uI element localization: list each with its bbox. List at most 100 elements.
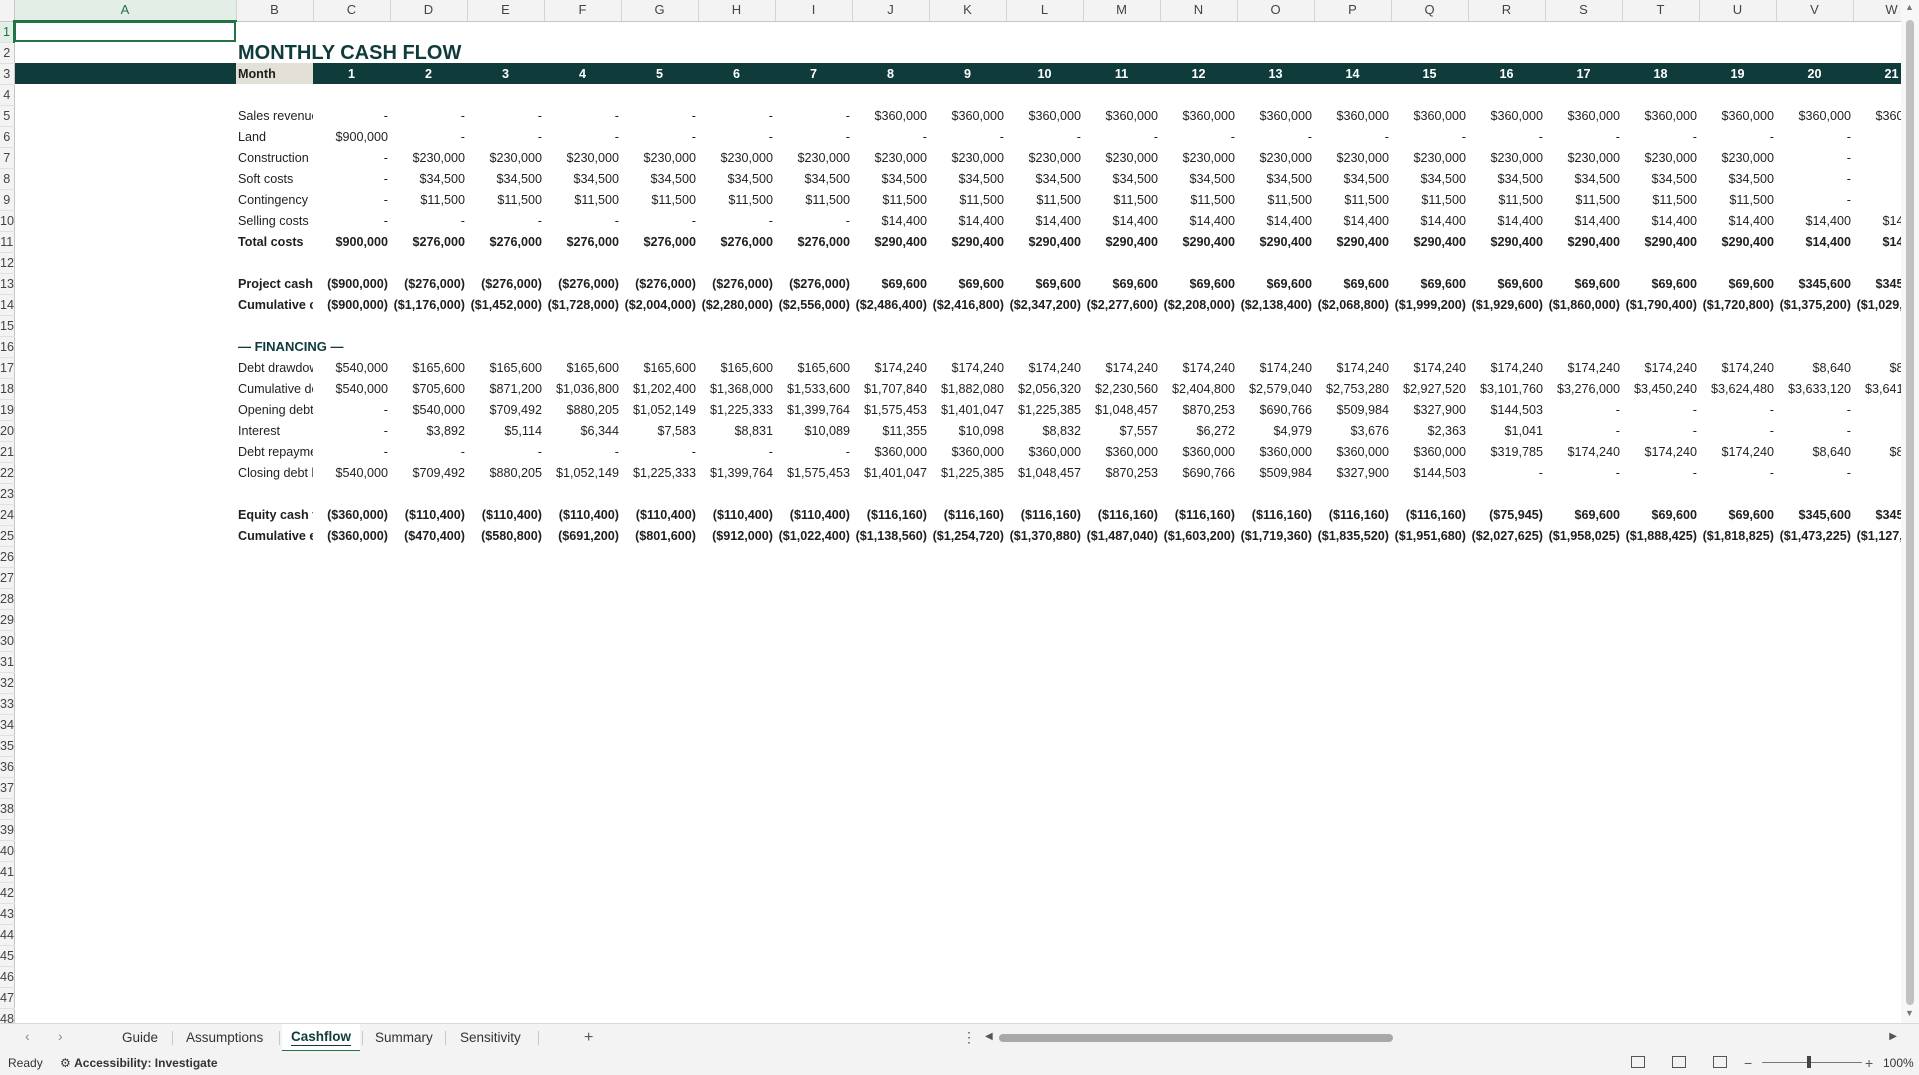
value-cell[interactable] <box>929 777 1006 798</box>
value-cell[interactable]: $3,101,760 <box>1468 378 1545 399</box>
value-cell[interactable]: - <box>621 105 698 126</box>
value-cell[interactable] <box>1160 819 1237 840</box>
row-label[interactable]: Soft costs <box>236 168 313 189</box>
value-cell[interactable]: $345,600 <box>1853 273 1901 294</box>
column-header-u[interactable]: U <box>1699 0 1777 22</box>
value-cell[interactable]: $165,600 <box>775 357 852 378</box>
value-cell[interactable] <box>1083 84 1160 105</box>
value-cell[interactable]: ($1,487,040) <box>1083 525 1160 546</box>
value-cell[interactable] <box>1468 252 1545 273</box>
value-cell[interactable] <box>544 924 621 945</box>
value-cell[interactable] <box>1622 42 1699 63</box>
value-cell[interactable] <box>852 714 929 735</box>
tab-summary[interactable]: Summary <box>366 1027 442 1049</box>
value-cell[interactable]: ($900,000) <box>313 273 390 294</box>
cell[interactable] <box>14 819 236 840</box>
value-cell[interactable]: $165,600 <box>621 357 698 378</box>
value-cell[interactable]: $14,400 <box>1622 210 1699 231</box>
value-cell[interactable]: ($1,719,360) <box>1237 525 1314 546</box>
value-cell[interactable]: - <box>1468 126 1545 147</box>
value-cell[interactable] <box>1776 567 1853 588</box>
value-cell[interactable] <box>1545 609 1622 630</box>
month-header-cell[interactable]: 2 <box>390 63 467 84</box>
column-header-a[interactable]: A <box>14 0 237 22</box>
value-cell[interactable] <box>1699 693 1776 714</box>
value-cell[interactable]: - <box>544 210 621 231</box>
value-cell[interactable]: $14,400 <box>1545 210 1622 231</box>
value-cell[interactable]: $69,600 <box>1699 504 1776 525</box>
cell[interactable] <box>14 441 236 462</box>
value-cell[interactable]: $34,500 <box>775 168 852 189</box>
row-header-38[interactable]: 38 <box>0 798 15 820</box>
value-cell[interactable] <box>1083 756 1160 777</box>
value-cell[interactable]: $4,979 <box>1237 420 1314 441</box>
prev-sheet-icon[interactable]: ‹ <box>25 1028 30 1044</box>
value-cell[interactable]: $1,052,149 <box>621 399 698 420</box>
value-cell[interactable]: ($1,127,625) <box>1853 525 1901 546</box>
value-cell[interactable] <box>467 21 544 42</box>
value-cell[interactable]: ($1,138,560) <box>852 525 929 546</box>
value-cell[interactable]: - <box>1006 126 1083 147</box>
value-cell[interactable] <box>1006 903 1083 924</box>
value-cell[interactable] <box>852 987 929 1008</box>
month-header-cell[interactable]: 14 <box>1314 63 1391 84</box>
value-cell[interactable] <box>1314 735 1391 756</box>
value-cell[interactable] <box>467 756 544 777</box>
value-cell[interactable] <box>1006 1008 1083 1023</box>
value-cell[interactable] <box>1083 42 1160 63</box>
value-cell[interactable]: $14,400 <box>1083 210 1160 231</box>
cell[interactable] <box>14 63 236 84</box>
value-cell[interactable] <box>544 861 621 882</box>
value-cell[interactable] <box>852 336 929 357</box>
value-cell[interactable]: ($116,160) <box>1006 504 1083 525</box>
cell[interactable] <box>14 420 236 441</box>
cell[interactable] <box>14 189 236 210</box>
value-cell[interactable] <box>390 315 467 336</box>
value-cell[interactable]: $34,500 <box>1237 168 1314 189</box>
value-cell[interactable] <box>1237 609 1314 630</box>
value-cell[interactable]: ($110,400) <box>544 504 621 525</box>
row-header-31[interactable]: 31 <box>0 651 15 673</box>
row-header-48[interactable]: 48 <box>0 1008 15 1023</box>
value-cell[interactable]: $2,579,040 <box>1237 378 1314 399</box>
value-cell[interactable] <box>852 315 929 336</box>
value-cell[interactable]: - <box>1622 399 1699 420</box>
value-cell[interactable] <box>1314 567 1391 588</box>
value-cell[interactable] <box>1699 777 1776 798</box>
value-cell[interactable]: $230,000 <box>1314 147 1391 168</box>
value-cell[interactable] <box>1545 21 1622 42</box>
value-cell[interactable] <box>929 882 1006 903</box>
value-cell[interactable] <box>698 693 775 714</box>
value-cell[interactable] <box>1853 987 1901 1008</box>
month-header-cell[interactable]: 3 <box>467 63 544 84</box>
value-cell[interactable] <box>929 630 1006 651</box>
row-header-8[interactable]: 8 <box>0 168 15 190</box>
value-cell[interactable] <box>1314 21 1391 42</box>
value-cell[interactable] <box>1622 714 1699 735</box>
value-cell[interactable] <box>1468 1008 1545 1023</box>
value-cell[interactable] <box>1314 672 1391 693</box>
value-cell[interactable] <box>1853 630 1901 651</box>
value-cell[interactable] <box>698 777 775 798</box>
row-label[interactable]: Opening debt balance <box>236 399 313 420</box>
value-cell[interactable] <box>775 798 852 819</box>
row-header-7[interactable]: 7 <box>0 147 15 169</box>
value-cell[interactable]: $1,882,080 <box>929 378 1006 399</box>
value-cell[interactable]: $1,052,149 <box>544 462 621 483</box>
value-cell[interactable]: $165,600 <box>544 357 621 378</box>
value-cell[interactable]: $69,600 <box>1314 273 1391 294</box>
value-cell[interactable] <box>1391 1008 1468 1023</box>
value-cell[interactable]: $360,000 <box>1699 105 1776 126</box>
value-cell[interactable]: $6,344 <box>544 420 621 441</box>
value-cell[interactable]: $69,600 <box>852 273 929 294</box>
value-cell[interactable]: - <box>698 105 775 126</box>
value-cell[interactable] <box>698 336 775 357</box>
value-cell[interactable]: $2,363 <box>1391 420 1468 441</box>
value-cell[interactable] <box>1006 777 1083 798</box>
value-cell[interactable] <box>1237 798 1314 819</box>
value-cell[interactable]: $871,200 <box>467 378 544 399</box>
value-cell[interactable] <box>1237 336 1314 357</box>
value-cell[interactable]: - <box>544 126 621 147</box>
column-header-q[interactable]: Q <box>1391 0 1469 22</box>
cell[interactable] <box>14 609 236 630</box>
